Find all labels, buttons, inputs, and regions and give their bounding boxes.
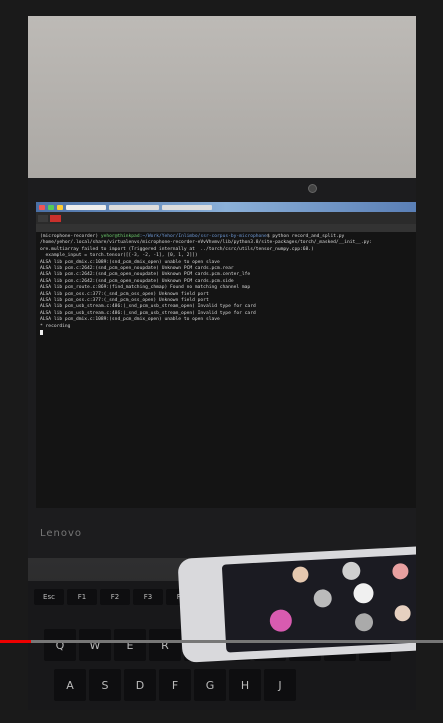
smartphone bbox=[177, 545, 416, 663]
key-f1[interactable]: F1 bbox=[67, 589, 97, 605]
terminal-cursor bbox=[40, 330, 43, 336]
key-j[interactable]: J bbox=[264, 669, 296, 701]
key-q[interactable]: Q bbox=[44, 629, 76, 661]
terminal-output: (microphone-recorder) yehor@thinkpad:~/W… bbox=[36, 232, 416, 340]
key-h[interactable]: H bbox=[229, 669, 261, 701]
tab-active bbox=[50, 214, 61, 222]
key-e[interactable]: E bbox=[114, 629, 146, 661]
key-f3[interactable]: F3 bbox=[133, 589, 163, 605]
phone-screen bbox=[221, 553, 416, 653]
laptop-brand: Lenovo bbox=[40, 528, 83, 539]
webcam bbox=[308, 184, 317, 193]
video-progress-bar[interactable] bbox=[0, 640, 443, 643]
laptop-screen: (microphone-recorder) yehor@thinkpad:~/W… bbox=[36, 202, 416, 508]
video-progress-fill bbox=[0, 640, 31, 643]
tab bbox=[38, 214, 49, 222]
wall-background bbox=[28, 16, 416, 186]
terminal-titlebar bbox=[36, 224, 416, 232]
key-d[interactable]: D bbox=[124, 669, 156, 701]
key-esc[interactable]: Esc bbox=[34, 589, 64, 605]
desktop-taskbar bbox=[36, 202, 416, 212]
key-s[interactable]: S bbox=[89, 669, 121, 701]
laptop-lid: (microphone-recorder) yehor@thinkpad:~/W… bbox=[28, 178, 416, 558]
video-frame: (microphone-recorder) yehor@thinkpad:~/W… bbox=[28, 16, 416, 710]
key-f[interactable]: F bbox=[159, 669, 191, 701]
key-g[interactable]: G bbox=[194, 669, 226, 701]
key-a[interactable]: A bbox=[54, 669, 86, 701]
browser-tabs bbox=[36, 212, 416, 224]
key-w[interactable]: W bbox=[79, 629, 111, 661]
key-r[interactable]: R bbox=[149, 629, 181, 661]
key-f2[interactable]: F2 bbox=[100, 589, 130, 605]
terminal-line: * recording bbox=[40, 323, 71, 329]
